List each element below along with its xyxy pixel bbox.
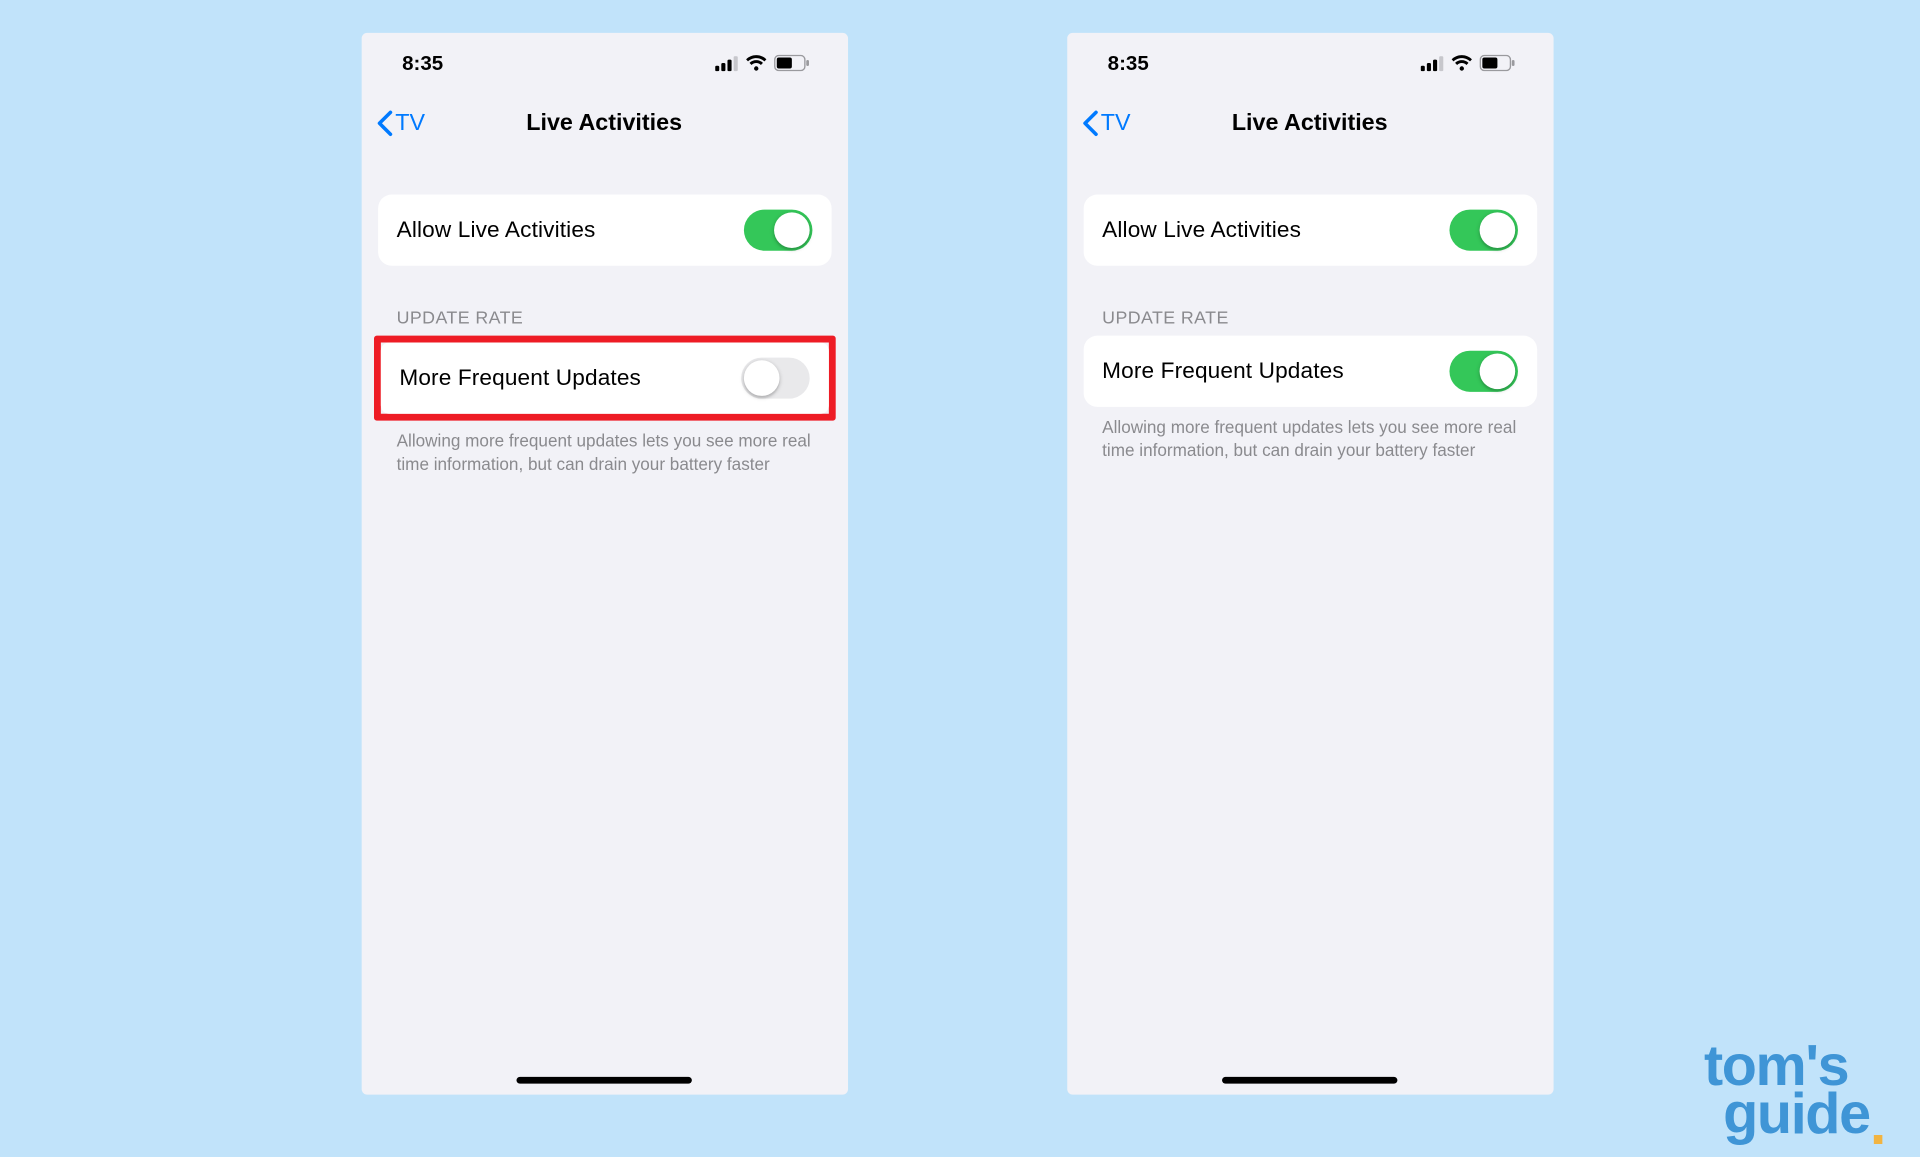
wifi-icon [745, 55, 767, 71]
back-label: TV [1101, 110, 1131, 137]
page-title: Live Activities [1232, 110, 1388, 137]
section-header-update-rate: UPDATE RATE [377, 307, 830, 336]
allow-live-activities-label: Allow Live Activities [1102, 217, 1301, 243]
status-icons [714, 55, 809, 71]
allow-live-activities-row: Allow Live Activities [1083, 195, 1536, 266]
back-button[interactable]: TV [375, 110, 425, 137]
section-header-update-rate: UPDATE RATE [1083, 307, 1536, 336]
home-indicator[interactable] [516, 1077, 691, 1084]
back-button[interactable]: TV [1080, 110, 1130, 137]
allow-live-activities-label: Allow Live Activities [397, 217, 596, 243]
highlight-annotation: More Frequent Updates [373, 336, 835, 421]
cellular-icon [1420, 55, 1443, 70]
cellular-icon [714, 55, 737, 70]
status-time: 8:35 [1108, 51, 1149, 74]
status-bar: 8:35 [1067, 33, 1553, 93]
allow-live-activities-toggle[interactable] [1449, 210, 1518, 251]
more-frequent-updates-label: More Frequent Updates [1102, 358, 1344, 384]
battery-icon [1479, 55, 1515, 71]
more-frequent-updates-row: More Frequent Updates [1083, 336, 1536, 407]
more-frequent-updates-label: More Frequent Updates [399, 365, 641, 391]
chevron-left-icon [375, 110, 393, 137]
allow-live-activities-toggle[interactable] [743, 210, 812, 251]
watermark-accent-icon: . [1870, 1090, 1887, 1157]
allow-live-activities-row: Allow Live Activities [377, 195, 830, 266]
update-rate-footnote: Allowing more frequent updates lets you … [1083, 407, 1536, 463]
status-time: 8:35 [402, 51, 443, 74]
page-title: Live Activities [526, 110, 682, 137]
more-frequent-updates-toggle[interactable] [740, 358, 809, 399]
nav-bar: TV Live Activities [361, 93, 847, 153]
battery-icon [773, 55, 809, 71]
back-label: TV [395, 110, 425, 137]
phone-screenshot-left: 8:35 TV [361, 33, 847, 1095]
home-indicator[interactable] [1222, 1077, 1397, 1084]
more-frequent-updates-row: More Frequent Updates [380, 343, 828, 414]
status-bar: 8:35 [361, 33, 847, 93]
chevron-left-icon [1080, 110, 1098, 137]
watermark-logo: tom's guide. [1704, 1043, 1887, 1137]
phone-screenshot-right: 8:35 TV [1067, 33, 1553, 1095]
update-rate-footnote: Allowing more frequent updates lets you … [377, 421, 830, 477]
more-frequent-updates-toggle[interactable] [1449, 351, 1518, 392]
wifi-icon [1450, 55, 1472, 71]
status-icons [1420, 55, 1515, 71]
nav-bar: TV Live Activities [1067, 93, 1553, 153]
watermark-line-2: guide [1723, 1081, 1870, 1145]
